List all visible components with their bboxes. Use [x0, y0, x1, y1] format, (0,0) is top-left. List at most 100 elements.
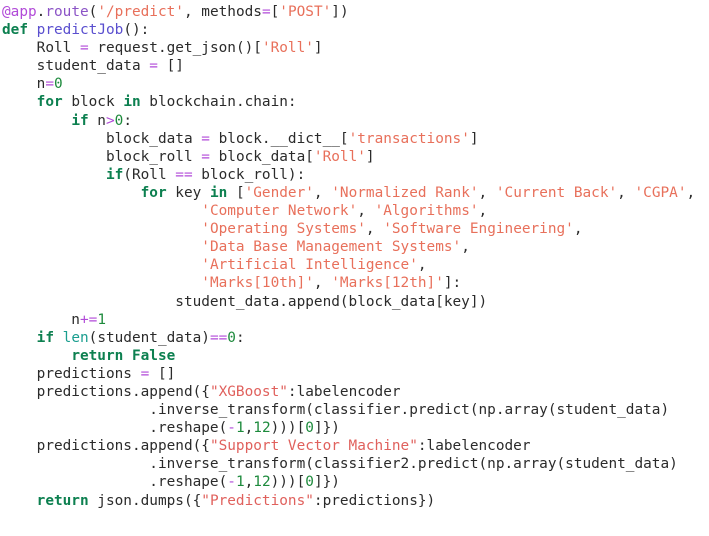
- code-token-plain: )))[: [270, 420, 306, 437]
- code-token-str: 'POST': [279, 4, 332, 20]
- code-token-kw: for: [140, 184, 167, 201]
- code-token-plain: predictions.append({: [2, 383, 210, 400]
- code-token-op: ==: [175, 166, 193, 183]
- code-token-plain: blockchain.chain:: [140, 94, 297, 111]
- code-token-plain: ,: [244, 420, 254, 437]
- code-line: n=0: [0, 75, 709, 93]
- code-token-plain: :labelencoder: [417, 438, 531, 455]
- code-token-str: 'transactions': [348, 130, 470, 147]
- code-token-num: 0: [305, 420, 314, 437]
- code-token-plain: :: [123, 112, 132, 129]
- code-token-plain: key: [166, 184, 210, 201]
- code-token-plain: ,: [357, 203, 375, 220]
- code-token-str: 'Marks[12th]': [331, 275, 444, 292]
- code-line: block_data = block.__dict__['transaction…: [0, 130, 709, 148]
- code-token-plain: .inverse_transform(classifier.predict(np…: [2, 402, 670, 419]
- code-token-plain: ]}): [313, 420, 340, 437]
- code-token-str: '/predict': [97, 4, 184, 20]
- code-token-plain: ,: [617, 184, 635, 201]
- code-token-str: 'Normalized Rank': [331, 184, 479, 201]
- code-token-plain: block_roll: [2, 148, 202, 165]
- code-token-plain: request.get_json()[: [88, 40, 262, 57]
- code-token-kw: return: [36, 492, 89, 509]
- code-token-plain: block_data: [2, 130, 202, 147]
- code-token-op: =: [201, 148, 210, 165]
- code-token-str: 'Gender': [244, 184, 314, 201]
- code-token-plain: (student_data): [88, 329, 210, 346]
- code-token-str2: "Support Vector Machine": [209, 438, 418, 455]
- code-token-plain: .reshape(: [2, 474, 228, 491]
- code-line: student_data.append(block_data[key]): [0, 293, 709, 311]
- code-token-plain: []: [149, 365, 176, 382]
- code-token-num: 1: [235, 474, 245, 491]
- code-token-kw: def: [2, 22, 28, 39]
- code-token-str: 'Marks[10th]': [201, 275, 314, 292]
- code-token-plain: ,: [313, 184, 332, 201]
- code-token-punct: ]: [313, 40, 323, 57]
- code-token-str: 'CGPA': [634, 184, 687, 201]
- code-line: return json.dumps({"Predictions":predict…: [0, 492, 709, 510]
- code-token-str: 'Operating Systems': [201, 221, 366, 238]
- code-token-plain: json.dumps({: [88, 492, 202, 509]
- code-token-punct: [: [270, 4, 280, 20]
- code-token-plain: n: [88, 112, 106, 129]
- code-token-str: 'Data Base Management Systems': [201, 239, 462, 256]
- code-token-plain: )))[: [270, 474, 306, 491]
- code-token-punct: ]: [365, 148, 375, 165]
- code-token-punct: ():: [123, 22, 150, 39]
- code-line: .inverse_transform(classifier2.predict(n…: [0, 455, 709, 473]
- code-token-op: ==: [209, 329, 228, 346]
- code-token-op: =: [261, 4, 271, 20]
- code-token-plain: ,: [686, 184, 696, 201]
- code-token-plain: []: [157, 58, 184, 75]
- code-line: return False: [0, 347, 709, 365]
- code-lines-container: @app.route('/predict', methods=['POST'])…: [0, 3, 709, 510]
- code-line: block_roll = block_data['Roll']: [0, 148, 709, 166]
- code-token-kw: if: [36, 329, 54, 346]
- code-token-plain: (Roll: [123, 166, 176, 183]
- code-token-kw: in: [123, 94, 141, 111]
- code-line: predictions = []: [0, 365, 709, 383]
- code-line: 'Marks[10th]', 'Marks[12th]']:: [0, 274, 709, 292]
- code-token-plain: n: [2, 311, 80, 328]
- code-token-punct: ]: [469, 130, 479, 147]
- code-token-op: -: [227, 474, 236, 491]
- code-token-punct: ]): [331, 4, 349, 20]
- code-token-plain: :labelencoder: [287, 383, 401, 400]
- code-line: n+=1: [0, 311, 709, 329]
- code-line: .inverse_transform(classifier.predict(np…: [0, 401, 709, 419]
- code-token-plain: ,: [478, 184, 496, 201]
- code-line: 'Computer Network', 'Algorithms',: [0, 202, 709, 220]
- code-token-plain: .reshape(: [2, 420, 228, 437]
- code-editor-view: @app.route('/predict', methods=['POST'])…: [0, 0, 709, 536]
- code-token-op: >: [105, 112, 115, 129]
- code-token-plain: block: [62, 94, 124, 111]
- code-token-op: =: [140, 365, 150, 382]
- code-token-str: 'Computer Network': [201, 203, 358, 220]
- code-token-op: =: [45, 76, 54, 93]
- code-token-plain: predictions: [2, 365, 141, 382]
- code-token-plain: ,: [573, 221, 583, 238]
- code-token-decorator: @app: [2, 4, 37, 20]
- code-line: for key in ['Gender', 'Normalized Rank',…: [0, 184, 709, 202]
- code-token-plain: ,: [478, 203, 488, 220]
- code-token-kw: return: [71, 347, 124, 364]
- code-token-num: 1: [235, 420, 245, 437]
- code-token-punct: ]:: [443, 275, 462, 292]
- code-line: predictions.append({"Support Vector Mach…: [0, 437, 709, 455]
- code-token-kw: if: [71, 112, 89, 129]
- code-token-plain: block_roll):: [192, 166, 306, 183]
- code-token-op: =: [201, 130, 210, 147]
- code-token-op: =: [149, 58, 158, 75]
- code-token-plain: student_data.append(block_data[key]): [2, 293, 488, 310]
- code-line: .reshape(-1,12)))[0]}): [0, 473, 709, 491]
- code-token-op: =: [79, 40, 89, 57]
